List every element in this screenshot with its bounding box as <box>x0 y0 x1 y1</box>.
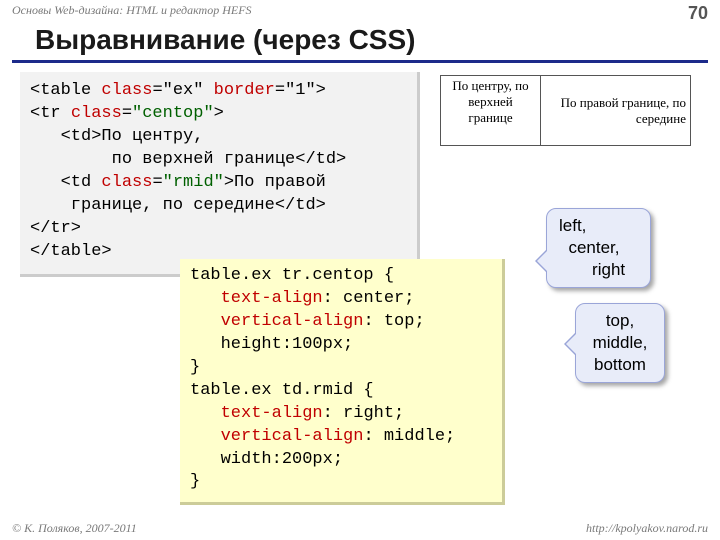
copyright: © К. Поляков, 2007-2011 <box>12 521 137 537</box>
callout-text-align: left, center, right <box>546 208 651 288</box>
slide-header: Основы Web-дизайна: HTML и редактор HEFS… <box>0 0 720 22</box>
slide-footer: © К. Поляков, 2007-2011 http://kpolyakov… <box>0 518 720 540</box>
course-name: Основы Web-дизайна: HTML и редактор HEFS <box>12 3 252 22</box>
table-row: По центру, по верхней границе По правой … <box>441 76 691 146</box>
title-underline <box>12 60 708 63</box>
html-code-block: <table class="ex" border="1"> <tr class=… <box>20 72 420 277</box>
callout-vertical-align: top,middle,bottom <box>575 303 665 383</box>
page-title: Выравнивание (через CSS) <box>35 24 415 56</box>
footer-url: http://kpolyakov.narod.ru <box>586 521 708 537</box>
cell-rmid: По правой границе, по середине <box>541 76 691 146</box>
example-table: По центру, по верхней границе По правой … <box>440 75 691 146</box>
cell-centop: По центру, по верхней границе <box>441 76 541 146</box>
page-number: 70 <box>688 3 708 22</box>
css-code-block: table.ex tr.centop { text-align: center;… <box>180 259 505 505</box>
